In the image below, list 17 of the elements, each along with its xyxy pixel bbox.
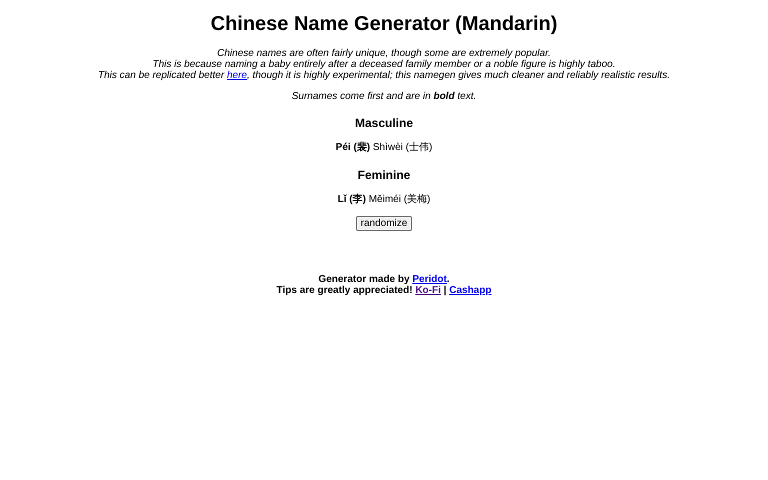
section-heading: Masculine xyxy=(354,116,414,130)
randomize-button[interactable]: randomize xyxy=(356,216,412,231)
generated-name: Péi (裴) Shìwèi (士伟) xyxy=(336,140,432,154)
generated-name: Lǐ (李) Měiméi (美梅) xyxy=(338,192,430,206)
tip-link[interactable]: Ko-Fi xyxy=(415,285,441,296)
tip-link[interactable]: Cashapp xyxy=(449,285,492,296)
credit-text: Generator made by Peridot. xyxy=(318,274,450,285)
author-link[interactable]: Peridot xyxy=(412,274,447,285)
note-text: Surnames come first and are in bold text. xyxy=(292,91,476,102)
tips-text: Tips are greatly appreciated! xyxy=(276,285,414,296)
separator-text: | xyxy=(442,285,448,296)
section-heading: Feminine xyxy=(358,168,410,182)
intro-text: This is because naming a baby entirely after a deceased family member or a noble figure is highly taboo. xyxy=(152,59,616,70)
intro-text: This can be replicated better here, though it is highly experimental; this namegen gives much cleaner and reliably realistic results. xyxy=(98,70,670,81)
intro-text: Chinese names are often fairly unique, though some are extremely popular. xyxy=(217,48,551,59)
here-link[interactable]: here xyxy=(226,70,247,81)
page-title: Chinese Name Generator (Mandarin) xyxy=(210,13,558,36)
